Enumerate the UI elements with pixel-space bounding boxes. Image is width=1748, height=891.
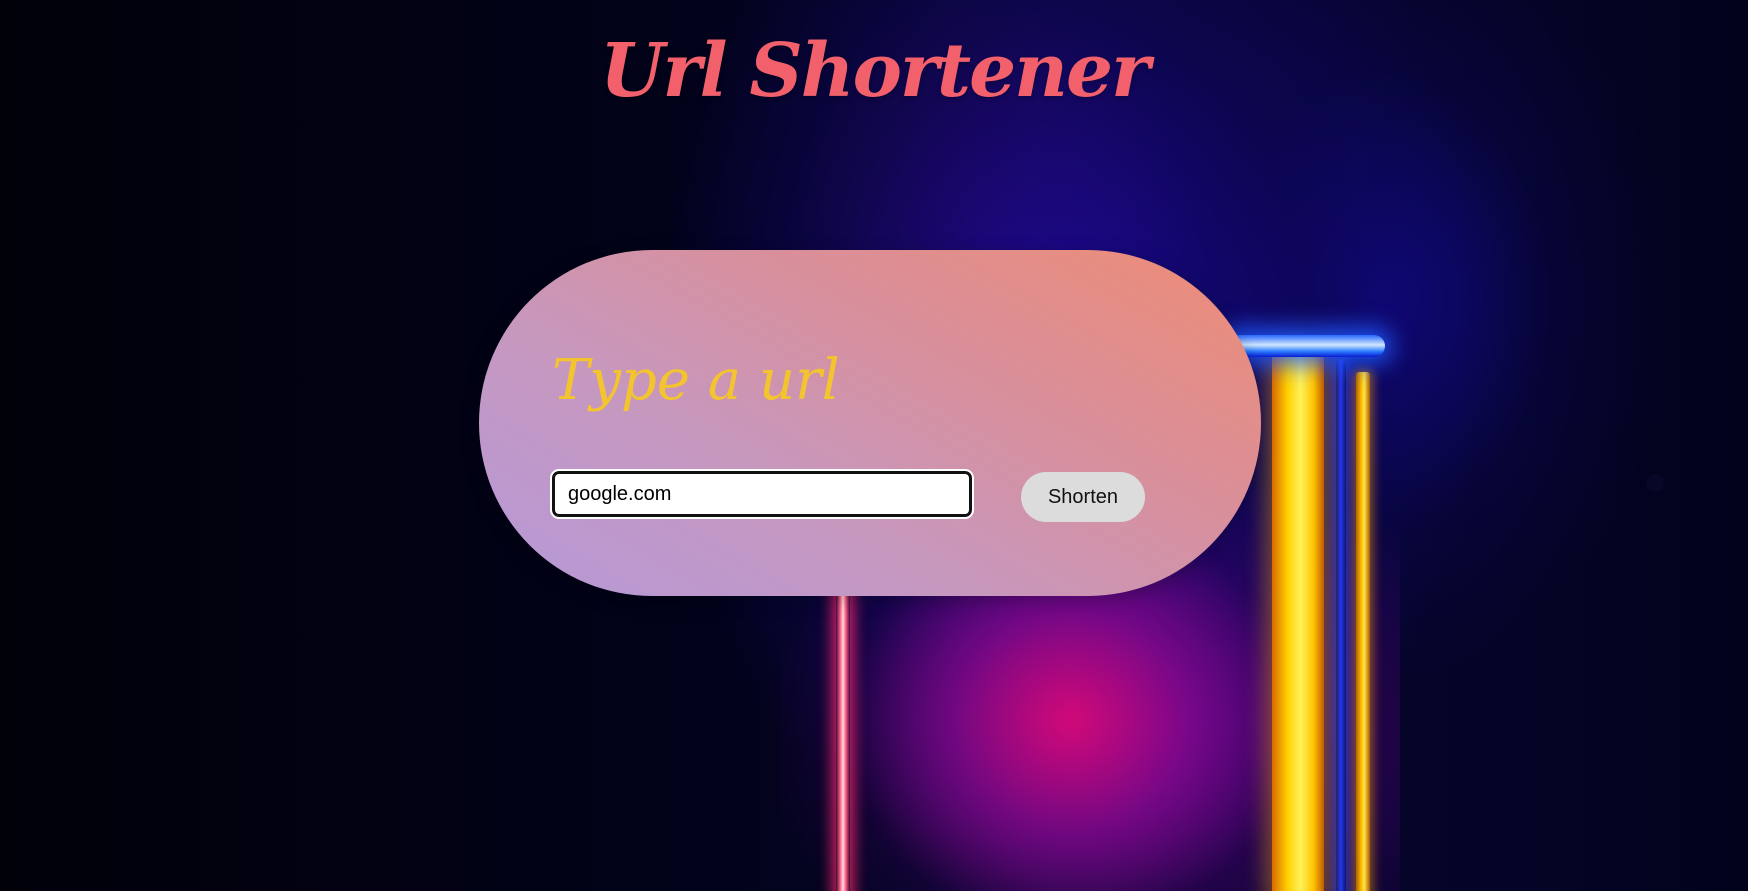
blue-neon-post bbox=[1336, 360, 1346, 891]
form-heading: Type a url bbox=[552, 348, 840, 413]
url-input[interactable] bbox=[550, 469, 974, 519]
shorten-button[interactable]: Shorten bbox=[1021, 472, 1145, 522]
yellow-neon-tube bbox=[1272, 355, 1324, 891]
url-form-card: Type a url Shorten bbox=[479, 250, 1261, 596]
background-dot bbox=[1646, 474, 1664, 492]
blue-neon-bar bbox=[1225, 335, 1385, 357]
pink-neon-tube bbox=[836, 560, 850, 891]
app-title: Url Shortener bbox=[599, 28, 1150, 114]
yellow-neon-thin-tube bbox=[1356, 372, 1370, 891]
